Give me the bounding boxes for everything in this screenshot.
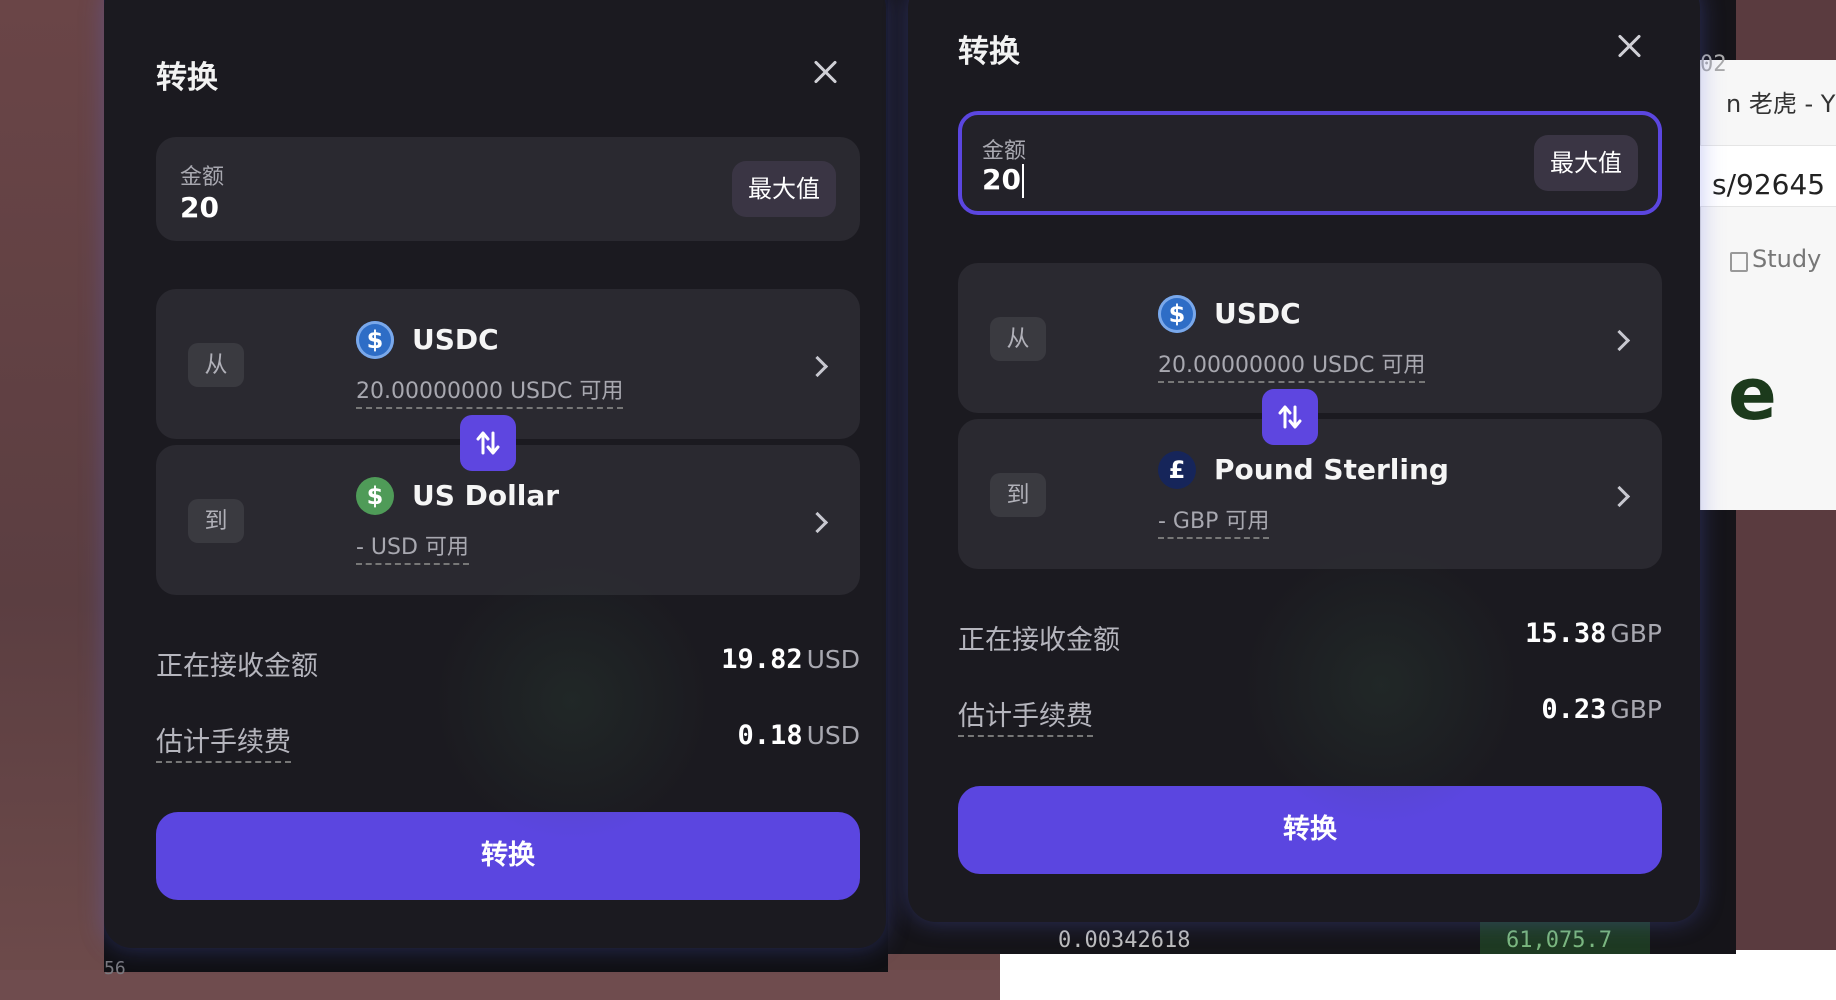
- from-badge: 从: [188, 343, 244, 387]
- receiving-amount-unit: GBP: [1610, 619, 1662, 648]
- bookmark-icon: [1730, 252, 1748, 272]
- browser-window-peek: [1700, 60, 1836, 510]
- estimated-fee-label[interactable]: 估计手续费: [958, 694, 1093, 737]
- receiving-amount-number: 19.82: [721, 644, 803, 675]
- swap-direction-button[interactable]: [1262, 389, 1318, 445]
- browser-tab-title[interactable]: n 老虎 - Y: [1726, 84, 1835, 119]
- amount-label: 金额: [180, 165, 225, 190]
- to-asset-name: US Dollar: [412, 479, 560, 512]
- to-badge: 到: [990, 473, 1046, 517]
- from-available-balance: 20.00000000 USDC 可用: [1158, 347, 1426, 383]
- chevron-right-icon: [1608, 485, 1631, 508]
- white-window-edge: [1000, 950, 1836, 1000]
- convert-modal-right: 转换 金额 20 最大值 从 $ USDC 20.00000000 USDC 可…: [908, 0, 1700, 922]
- close-icon[interactable]: [1612, 29, 1646, 63]
- convert-modal-left: 转换 金额 20 最大值 从 $ USDC 20.00000000 USDC 可…: [104, 0, 886, 948]
- modal-title: 转换: [958, 34, 1020, 70]
- receiving-amount-value: 15.38 GBP: [1525, 618, 1662, 649]
- receiving-amount-label: 正在接收金额: [958, 625, 1120, 656]
- convert-submit-button[interactable]: 转换: [156, 812, 860, 900]
- amount-input[interactable]: 20: [982, 163, 1024, 198]
- from-badge: 从: [990, 317, 1046, 361]
- bookmark-study[interactable]: Study: [1752, 245, 1821, 273]
- receiving-amount-label: 正在接收金额: [156, 651, 318, 682]
- terminal-price: 0.00342618: [1058, 928, 1191, 953]
- gbp-coin-icon: £: [1158, 451, 1196, 489]
- chevron-right-icon: [806, 511, 829, 534]
- receiving-amount-unit: USD: [806, 645, 860, 674]
- text-caret: [1021, 164, 1024, 198]
- amount-input-value: 20: [982, 163, 1021, 196]
- from-asset-name: USDC: [412, 323, 499, 356]
- usdc-coin-icon: $: [356, 321, 394, 359]
- amount-label: 金额: [982, 139, 1027, 164]
- convert-submit-button[interactable]: 转换: [958, 786, 1662, 874]
- from-available-balance: 20.00000000 USDC 可用: [356, 373, 624, 409]
- swap-arrows-icon: [1278, 405, 1302, 429]
- max-button[interactable]: 最大值: [1534, 135, 1638, 191]
- to-badge: 到: [188, 499, 244, 543]
- receiving-amount-value: 19.82 USD: [721, 644, 860, 675]
- swap-arrows-icon: [476, 431, 500, 455]
- terminal-value: 61,075.7: [1506, 928, 1612, 953]
- estimated-fee-value: 0.23 GBP: [1541, 694, 1662, 725]
- to-asset-name: Pound Sterling: [1214, 453, 1449, 486]
- estimated-fee-number: 0.18: [737, 720, 803, 751]
- browser-url-text: s/92645: [1712, 168, 1826, 201]
- chevron-right-icon: [1608, 329, 1631, 352]
- estimated-fee-number: 0.23: [1541, 694, 1607, 725]
- browser-headline-fragment: e: [1728, 352, 1777, 436]
- to-available-balance: - GBP 可用: [1158, 503, 1270, 539]
- amount-field[interactable]: 金额 20 最大值: [156, 137, 860, 241]
- to-available-balance: - USD 可用: [356, 529, 469, 565]
- from-asset-name: USDC: [1214, 297, 1301, 330]
- terminal-bottom-number: 56: [104, 958, 126, 979]
- estimated-fee-unit: USD: [806, 721, 860, 750]
- modal-title: 转换: [156, 60, 218, 96]
- usd-coin-icon: $: [356, 477, 394, 515]
- receiving-amount-number: 15.38: [1525, 618, 1607, 649]
- terminal-date-fragment: 02: [1700, 52, 1727, 77]
- swap-direction-button[interactable]: [460, 415, 516, 471]
- usdc-coin-icon: $: [1158, 295, 1196, 333]
- estimated-fee-unit: GBP: [1610, 695, 1662, 724]
- estimated-fee-label[interactable]: 估计手续费: [156, 720, 291, 763]
- amount-input[interactable]: 20: [180, 191, 219, 224]
- estimated-fee-value: 0.18 USD: [738, 720, 860, 751]
- chevron-right-icon: [806, 355, 829, 378]
- amount-field[interactable]: 金额 20 最大值: [958, 111, 1662, 215]
- desktop-background-strip: [0, 970, 1000, 1000]
- max-button[interactable]: 最大值: [732, 161, 836, 217]
- close-icon[interactable]: [808, 55, 842, 89]
